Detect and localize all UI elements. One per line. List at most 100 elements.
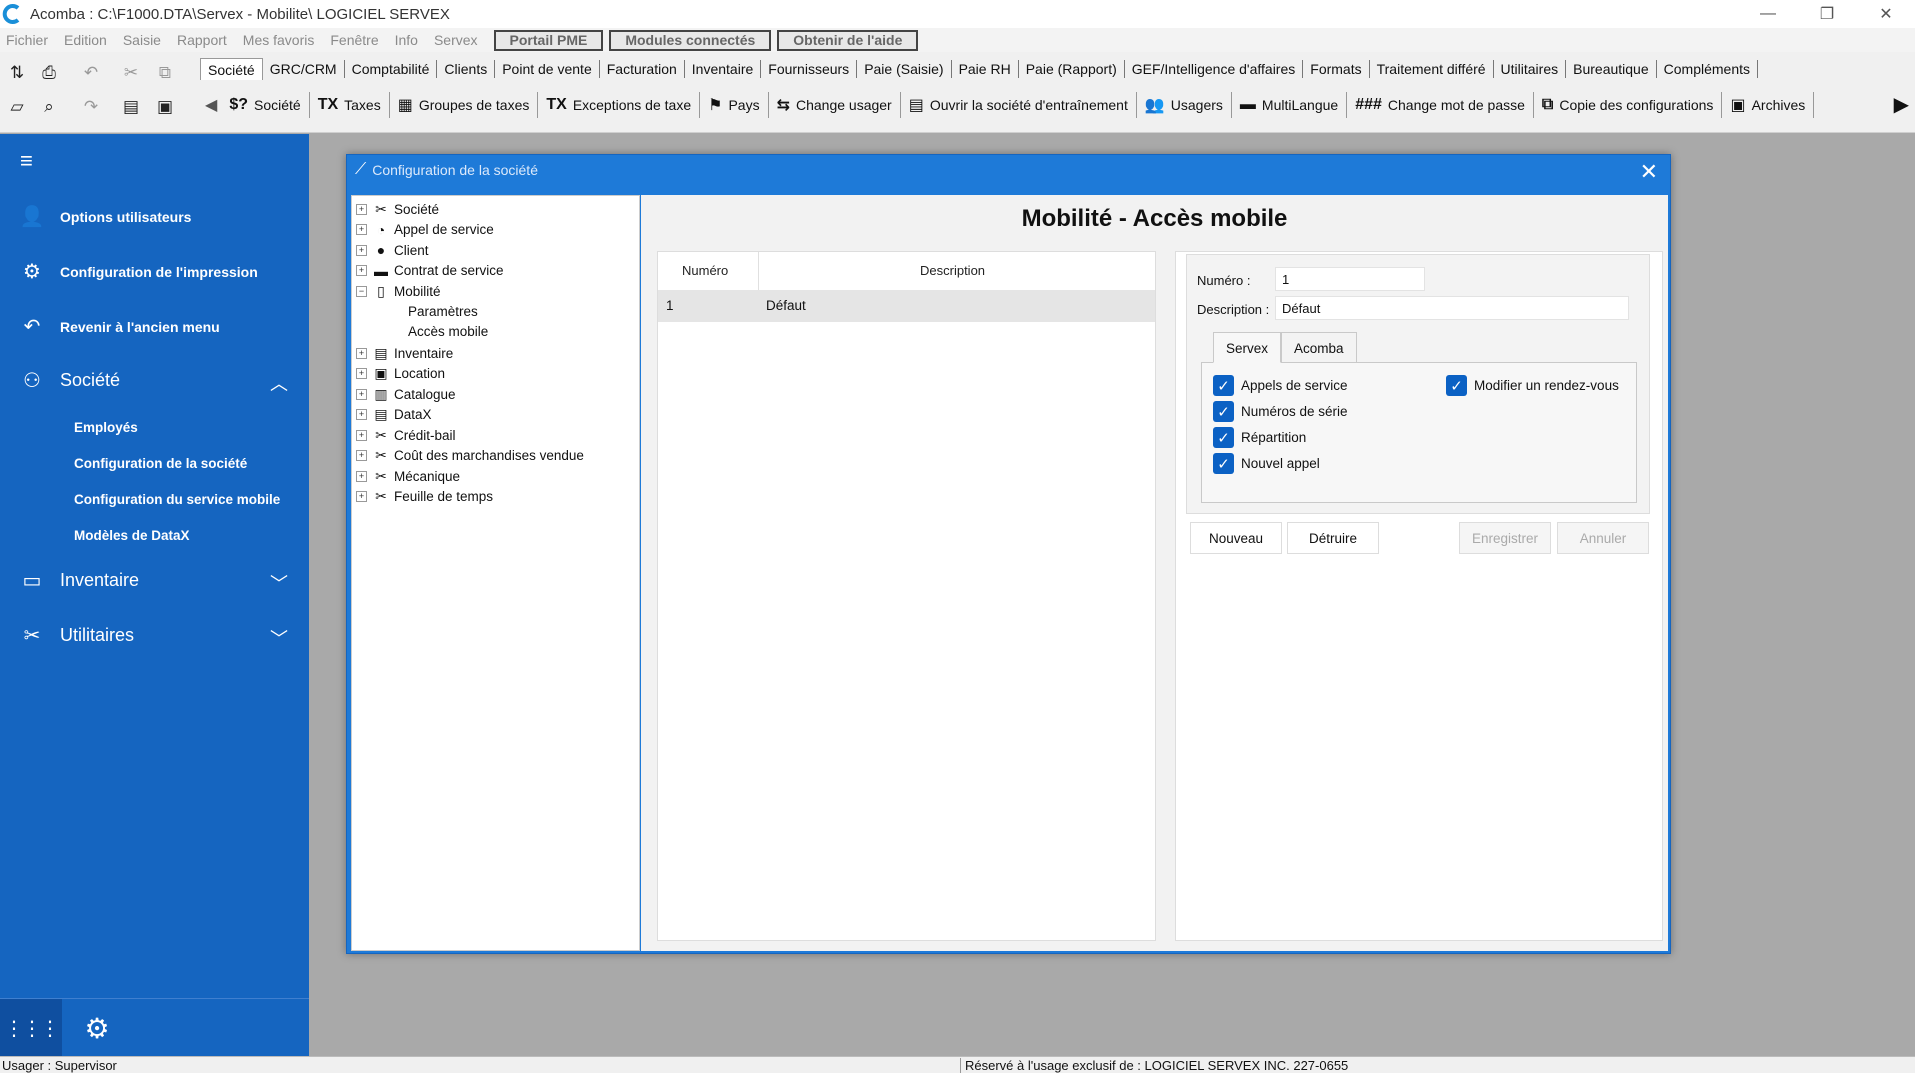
open-folder-icon[interactable]: ▱: [2, 92, 32, 122]
sidebar-item-configuration-societe[interactable]: Configuration de la société: [74, 456, 247, 471]
cut-icon[interactable]: ✂: [116, 58, 146, 88]
undo-icon[interactable]: ↶: [76, 58, 106, 88]
ribbon-command-copie-des-configurations[interactable]: ⧉ Copie des configurations: [1534, 92, 1723, 118]
ribbon-tab-paie-saisie[interactable]: Paie (Saisie): [857, 60, 952, 78]
tree-item-parametres[interactable]: Paramètres: [408, 304, 478, 319]
paste-icon[interactable]: ▤: [116, 92, 146, 122]
collapse-icon[interactable]: −: [356, 286, 367, 297]
ribbon-tab-point-de-vente[interactable]: Point de vente: [495, 60, 600, 78]
dialog-close-button[interactable]: ✕: [1640, 159, 1658, 185]
ribbon-command-change-usager[interactable]: ⇆ Change usager: [769, 92, 901, 118]
expand-icon[interactable]: +: [356, 388, 367, 400]
checkbox-appels-service[interactable]: ✓ Appels de service: [1213, 375, 1348, 396]
tree-item-mobilite[interactable]: − ▯ Mobilité: [356, 283, 441, 300]
expand-icon[interactable]: +: [356, 470, 367, 482]
ribbon-command-change-mot-de-passe[interactable]: ### Change mot de passe: [1347, 92, 1534, 118]
sort-icon[interactable]: ⇅: [2, 58, 32, 88]
search-icon[interactable]: ⌕: [34, 92, 64, 122]
ribbon-tab-comptabilite[interactable]: Comptabilité: [345, 60, 438, 78]
ribbon-command-usagers[interactable]: 👥 Usagers: [1137, 92, 1232, 118]
sidebar-item-employes[interactable]: Employés: [74, 420, 138, 435]
ribbon-tab-complements[interactable]: Compléments: [1657, 60, 1759, 78]
expand-icon[interactable]: +: [356, 204, 367, 215]
tree-item-client[interactable]: + ● Client: [356, 242, 429, 258]
tab-acomba[interactable]: Acomba: [1281, 332, 1357, 363]
ribbon-tab-facturation[interactable]: Facturation: [600, 60, 685, 78]
tree-item-datax[interactable]: + ▤ DataX: [356, 406, 432, 423]
expand-icon[interactable]: +: [356, 265, 367, 276]
portail-pme-button[interactable]: Portail PME: [493, 29, 604, 51]
scroll-right-icon[interactable]: ▶: [1894, 92, 1909, 117]
tree-item-cout-des-marchandises-vendue[interactable]: + ✂ Coût des marchandises vendue: [356, 447, 584, 464]
tab-servex[interactable]: Servex: [1213, 332, 1282, 363]
table-row[interactable]: 1 Défaut: [658, 290, 1155, 322]
ribbon-tab-fournisseurs[interactable]: Fournisseurs: [761, 60, 858, 78]
minimize-button[interactable]: —: [1740, 0, 1796, 28]
ribbon-command-archives[interactable]: ▣ Archives: [1722, 92, 1815, 118]
description-field[interactable]: Défaut: [1275, 296, 1629, 320]
ribbon-command-societe[interactable]: $? Société: [221, 92, 310, 118]
sidebar-section-utilitaires[interactable]: ✂ Utilitaires: [18, 623, 134, 648]
tree-item-acces-mobile[interactable]: Accès mobile: [408, 324, 488, 339]
nouveau-button[interactable]: Nouveau: [1190, 522, 1282, 554]
expand-icon[interactable]: +: [356, 224, 367, 235]
sidebar-item-options-utilisateurs[interactable]: 👤 Options utilisateurs: [18, 204, 192, 229]
ribbon-tab-grc-crm[interactable]: GRC/CRM: [263, 60, 345, 78]
ribbon-tab-inventaire[interactable]: Inventaire: [685, 60, 762, 78]
tree-item-mecanique[interactable]: + ✂ Mécanique: [356, 468, 460, 485]
annuler-button[interactable]: Annuler: [1557, 522, 1649, 554]
ribbon-tab-utilitaires[interactable]: Utilitaires: [1494, 60, 1567, 78]
sidebar-item-configuration-service-mobile[interactable]: Configuration du service mobile: [74, 492, 280, 507]
tree-item-contrat-de-service[interactable]: + ▬ Contrat de service: [356, 263, 504, 279]
detruire-button[interactable]: Détruire: [1287, 522, 1379, 554]
expand-icon[interactable]: +: [356, 409, 367, 420]
apps-grid-icon[interactable]: ⋮⋮⋮: [0, 999, 62, 1057]
redo-icon[interactable]: ↷: [76, 92, 106, 122]
scroll-left-icon[interactable]: ◀: [205, 95, 217, 115]
menu-icon[interactable]: ≡: [20, 148, 33, 174]
print-icon[interactable]: ⎙: [34, 58, 64, 88]
chevron-up-icon[interactable]: ︿: [270, 370, 288, 396]
expand-icon[interactable]: +: [356, 491, 367, 502]
menu-fenetre[interactable]: Fenêtre: [330, 32, 378, 48]
numero-field[interactable]: 1: [1275, 267, 1425, 291]
restore-button[interactable]: ❐: [1799, 0, 1855, 28]
sidebar-item-ancien-menu[interactable]: ↶ Revenir à l'ancien menu: [18, 314, 220, 339]
ribbon-tab-paie-rh[interactable]: Paie RH: [952, 60, 1019, 78]
tree-item-catalogue[interactable]: + ▥ Catalogue: [356, 386, 456, 403]
save-icon[interactable]: ▣: [150, 92, 180, 122]
expand-icon[interactable]: +: [356, 347, 367, 359]
sidebar-section-inventaire[interactable]: ▭ Inventaire: [18, 568, 140, 593]
tree-item-societe[interactable]: + ✂ Société: [356, 201, 439, 218]
expand-icon[interactable]: +: [356, 244, 367, 256]
column-header-description[interactable]: Description: [920, 252, 985, 290]
expand-icon[interactable]: +: [356, 450, 367, 461]
menu-mes-favoris[interactable]: Mes favoris: [243, 32, 315, 48]
tree-item-credit-bail[interactable]: + ✂ Crédit-bail: [356, 427, 456, 444]
menu-info[interactable]: Info: [395, 32, 418, 48]
tree-item-appel-de-service[interactable]: + ◔ Appel de service: [356, 222, 494, 238]
menu-edition[interactable]: Edition: [64, 32, 107, 48]
sidebar-section-societe[interactable]: ⚇ Société: [18, 368, 120, 393]
chevron-down-icon[interactable]: ﹀: [270, 570, 288, 596]
menu-fichier[interactable]: Fichier: [6, 32, 48, 48]
expand-icon[interactable]: +: [356, 368, 367, 379]
expand-icon[interactable]: +: [356, 429, 367, 441]
ribbon-tab-bureautique[interactable]: Bureautique: [1566, 60, 1657, 78]
obtenir-aide-button[interactable]: Obtenir de l'aide: [777, 29, 919, 51]
enregistrer-button[interactable]: Enregistrer: [1459, 522, 1551, 554]
tree-item-inventaire[interactable]: + ▤ Inventaire: [356, 345, 453, 362]
menu-saisie[interactable]: Saisie: [123, 32, 161, 48]
ribbon-command-groupes-de-taxes[interactable]: ▦ Groupes de taxes: [390, 92, 539, 118]
modules-connectes-button[interactable]: Modules connectés: [609, 29, 772, 51]
ribbon-tab-clients[interactable]: Clients: [437, 60, 496, 78]
ribbon-command-exceptions-de-taxe[interactable]: TX Exceptions de taxe: [538, 92, 701, 118]
sidebar-item-configuration-impression[interactable]: ⚙ Configuration de l'impression: [18, 259, 258, 284]
tree-item-feuille-de-temps[interactable]: + ✂ Feuille de temps: [356, 488, 493, 505]
chevron-down-icon[interactable]: ﹀: [270, 625, 288, 651]
ribbon-command-taxes[interactable]: TX Taxes: [310, 92, 390, 118]
ribbon-command-multilangue[interactable]: ▬ MultiLangue: [1232, 92, 1348, 118]
checkbox-modifier-rendez-vous[interactable]: ✓ Modifier un rendez-vous: [1446, 375, 1619, 396]
ribbon-tab-formats[interactable]: Formats: [1303, 60, 1370, 78]
close-window-button[interactable]: ✕: [1858, 0, 1914, 28]
